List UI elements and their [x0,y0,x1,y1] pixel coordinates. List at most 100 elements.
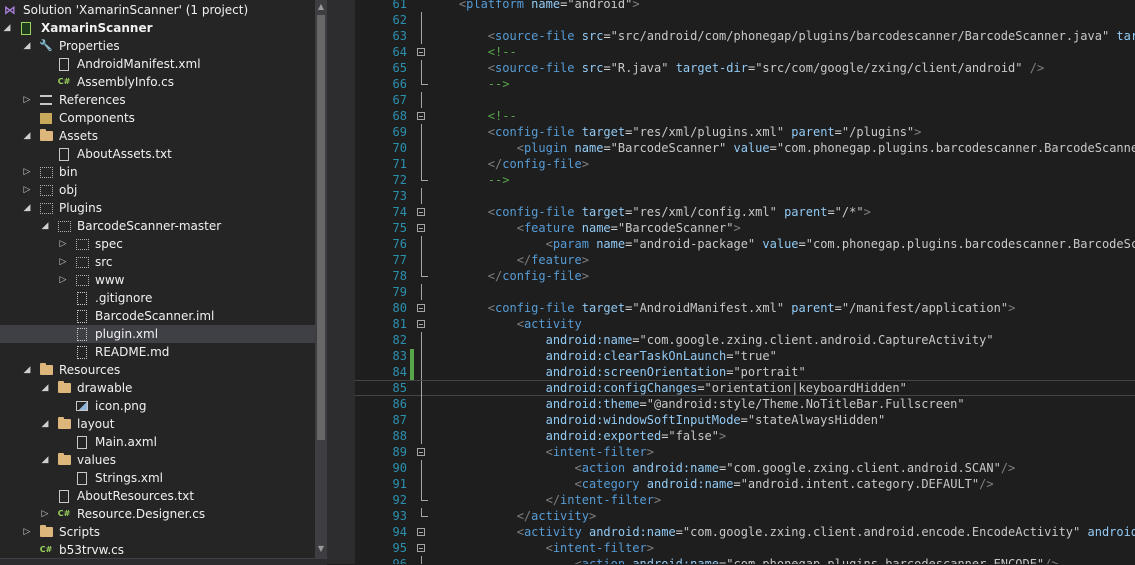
code-text[interactable]: android:exported="false"> [430,428,727,444]
code-line[interactable]: 88 android:exported="false"> [355,428,1135,444]
code-line[interactable]: 68 <!-- [355,108,1135,124]
expanded-arrow-icon[interactable]: ◢ [22,37,32,55]
tree-item[interactable]: AboutAssets.txt [0,145,315,163]
code-line[interactable]: 78 </config-file> [355,268,1135,284]
tree-item[interactable]: ◢ Assets [0,127,315,145]
collapsed-arrow-icon[interactable]: ▷ [58,271,68,289]
collapsed-arrow-icon[interactable]: ▷ [58,235,68,253]
expanded-arrow-icon[interactable]: ◢ [40,379,50,397]
tree-item[interactable]: ⋈ Solution 'XamarinScanner' (1 project) [0,1,315,19]
code-text[interactable]: <action android:name="com.phonegap.plugi… [430,556,1059,564]
tree-item[interactable]: README.md [0,343,315,361]
code-line[interactable]: 76 <param name="android-package" value="… [355,236,1135,252]
tree-item[interactable]: ◢ layout [0,415,315,433]
collapse-icon[interactable] [417,448,425,456]
tree-item[interactable]: ◢ Resources [0,361,315,379]
code-text[interactable]: </activity> [430,508,596,524]
code-text[interactable]: <action android:name="com.google.zxing.c… [430,460,1016,476]
tree-item[interactable]: Strings.xml [0,469,315,487]
code-line[interactable]: 72 --> [355,172,1135,188]
code-line[interactable]: 94 <activity android:name="com.google.zx… [355,524,1135,540]
expanded-arrow-icon[interactable]: ◢ [40,217,50,235]
expanded-arrow-icon[interactable]: ◢ [40,415,50,433]
scroll-down-icon[interactable]: ▼ [315,542,327,556]
tree-item[interactable]: ◢ drawable [0,379,315,397]
code-line[interactable]: 75 <feature name="BarcodeScanner"> [355,220,1135,236]
collapse-icon[interactable] [417,304,425,312]
tree-item[interactable]: ◢ 🔧 Properties [0,37,315,55]
code-text[interactable]: <activity [430,316,582,332]
code-line[interactable]: 81 <activity [355,316,1135,332]
code-text[interactable]: <platform name="android"> [430,0,640,12]
expanded-arrow-icon[interactable]: ◢ [22,127,32,145]
code-text[interactable]: </config-file> [430,156,589,172]
expanded-arrow-icon[interactable]: ◢ [22,361,32,379]
code-line[interactable]: 67 [355,92,1135,108]
code-line[interactable]: 93 </activity> [355,508,1135,524]
code-line[interactable]: 84 android:screenOrientation="portrait" [355,364,1135,381]
code-line[interactable]: 79 [355,284,1135,300]
tree-item[interactable]: ▷ C# Resource.Designer.cs [0,505,315,523]
tree-item[interactable]: ▷ References [0,91,315,109]
collapse-icon[interactable] [417,528,425,536]
code-line[interactable]: 64 <!-- [355,44,1135,60]
tree-item[interactable]: plugin.xml [0,325,315,343]
tree-item[interactable]: ◢ values [0,451,315,469]
code-line[interactable]: 89 <intent-filter> [355,444,1135,460]
code-text[interactable]: <param name="android-package" value="com… [430,236,1135,252]
code-text[interactable]: <plugin name="BarcodeScanner" value="com… [430,140,1135,156]
code-text[interactable]: <!-- [430,108,517,124]
code-line[interactable]: 70 <plugin name="BarcodeScanner" value="… [355,140,1135,156]
code-line[interactable]: 87 android:windowSoftInputMode="stateAlw… [355,412,1135,428]
code-line[interactable]: 83 android:clearTaskOnLaunch="true" [355,348,1135,365]
code-text[interactable]: android:windowSoftInputMode="stateAlways… [430,412,886,428]
code-text[interactable]: </feature> [430,252,589,268]
code-text[interactable]: <intent-filter> [430,444,654,460]
code-line[interactable]: 82 android:name="com.google.zxing.client… [355,332,1135,348]
code-line[interactable]: 96 <action android:name="com.phonegap.pl… [355,556,1135,564]
expanded-arrow-icon[interactable]: ◢ [40,451,50,469]
code-text[interactable]: <feature name="BarcodeScanner"> [430,220,741,236]
tree-item[interactable]: icon.png [0,397,315,415]
code-text[interactable]: <source-file src="R.java" target-dir="sr… [430,60,1044,76]
code-text[interactable]: </config-file> [430,268,589,284]
code-line[interactable]: 69 <config-file target="res/xml/plugins.… [355,124,1135,140]
expanded-arrow-icon[interactable]: ◢ [2,19,12,37]
collapsed-arrow-icon[interactable]: ▷ [40,505,50,523]
tree-item[interactable]: ▷ www [0,271,315,289]
expanded-arrow-icon[interactable]: ◢ [22,199,32,217]
code-text[interactable]: --> [430,172,510,188]
code-line[interactable]: 61 <platform name="android"> [355,0,1135,12]
scroll-thumb[interactable] [317,15,325,440]
collapse-icon[interactable] [417,48,425,56]
tree-item[interactable]: ◢ Plugins [0,199,315,217]
code-line[interactable]: 85 android:configChanges="orientation|ke… [355,380,1135,397]
code-line[interactable]: 74 <config-file target="res/xml/config.x… [355,204,1135,220]
code-line[interactable]: 62 [355,12,1135,28]
code-line[interactable]: 86 android:theme="@android:style/Theme.N… [355,396,1135,412]
code-text[interactable]: <config-file target="AndroidManifest.xml… [430,300,1016,316]
tree-item[interactable]: ▷ bin [0,163,315,181]
code-text[interactable]: --> [430,76,510,92]
collapse-icon[interactable] [417,544,425,552]
code-text[interactable]: android:clearTaskOnLaunch="true" [430,348,777,364]
tree-item[interactable]: AndroidManifest.xml [0,55,315,73]
explorer-scrollbar[interactable]: ▲ ▼ [315,0,327,564]
code-text[interactable]: <intent-filter> [430,540,654,556]
collapse-icon[interactable] [417,224,425,232]
tree-item[interactable]: Components [0,109,315,127]
code-line[interactable]: 80 <config-file target="AndroidManifest.… [355,300,1135,316]
collapse-icon[interactable] [417,320,425,328]
code-editor[interactable]: 61 <platform name="android"> 62 63 <source… [355,0,1135,564]
collapse-icon[interactable] [417,112,425,120]
tree-item[interactable]: C# b53trvw.cs [0,541,315,559]
code-text[interactable]: android:configChanges="orientation|keybo… [430,381,907,395]
code-text[interactable]: <category android:name="android.intent.c… [430,476,994,492]
collapse-icon[interactable] [417,208,425,216]
code-text[interactable]: <config-file target="res/xml/plugins.xml… [430,124,922,140]
tree-item[interactable]: ▷ obj [0,181,315,199]
code-text[interactable]: android:name="com.google.zxing.client.an… [430,332,994,348]
collapsed-arrow-icon[interactable]: ▷ [22,91,32,109]
tree-item[interactable]: .gitignore [0,289,315,307]
code-text[interactable]: <!-- [430,44,517,60]
